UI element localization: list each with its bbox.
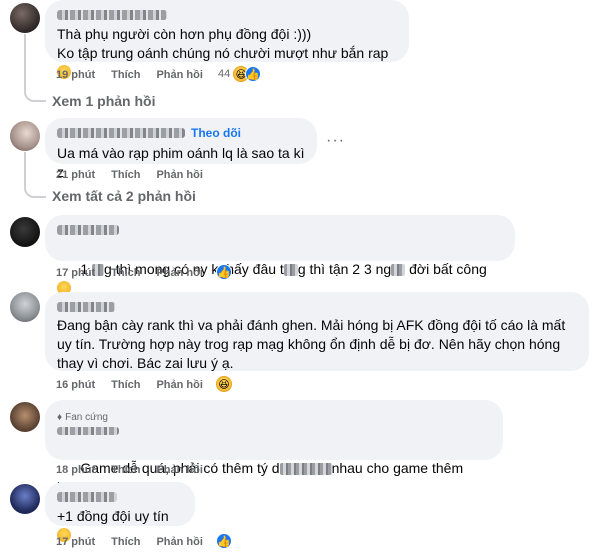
like-reaction-icon: 👍 [245,66,262,82]
commenter-name[interactable] [57,427,119,435]
reactions[interactable]: 44 😆 👍 [218,66,262,82]
thread-line [24,152,26,182]
reply-button[interactable]: Phản hồi [156,536,202,548]
reply-button[interactable]: Phản hồi [156,379,202,391]
comment-bubble: +1 đồng đội uy tín [45,482,195,542]
comment-actions: 17 phút Thích Phản hồi [56,267,219,279]
thread-line [24,34,26,86]
redacted-text [391,264,406,277]
thread-connector [24,86,46,102]
fan-badge: ♦ Fan cứng [57,412,108,424]
commenter-name[interactable] [57,302,115,312]
like-button[interactable]: Thích [111,267,140,279]
comment-time[interactable]: 17 phút [56,267,95,279]
redacted-text [279,463,332,476]
comment-actions: 18 phút Thích Phản hồi [56,464,219,476]
badge-icon: ♦ [57,412,63,423]
view-replies-link[interactable]: Xem tất cả 2 phản hồi [52,188,196,204]
view-replies-link[interactable]: Xem 1 phản hồi [52,93,155,109]
reaction-count: 44 [218,68,231,80]
redacted-text [283,264,298,277]
follow-link[interactable]: Theo dõi [191,126,241,140]
comment-bubble: 1. g thì mong có ny k thấy đâu tg thì tận… [45,215,515,295]
comment-actions: 19 phút Thích Phản hồi [56,69,219,81]
like-reaction-icon[interactable]: 👍 [216,533,232,549]
avatar[interactable] [10,3,40,33]
comment-actions: 17 phút Thích Phản hồi [56,536,219,548]
comment-time[interactable]: 17 phút [56,536,95,548]
like-button[interactable]: Thích [111,379,140,391]
comment-actions: 16 phút Thích Phản hồi [56,379,219,391]
avatar[interactable] [10,484,40,514]
comment-bubble: Theo dõi Ua má vào rạp phim oánh lq là s… [45,118,317,180]
comment-time[interactable]: 21 phút [56,169,95,181]
badge-label: Fan cứng [65,412,108,423]
reply-button[interactable]: Phản hồi [156,169,202,181]
like-button[interactable]: Thích [111,536,140,548]
commenter-name[interactable] [57,225,119,235]
reply-button[interactable]: Phản hồi [156,464,202,476]
commenter-name[interactable] [57,10,167,20]
avatar[interactable] [10,217,40,247]
like-button[interactable]: Thích [111,69,140,81]
comment-time[interactable]: 16 phút [56,379,95,391]
avatar[interactable] [10,292,40,322]
more-options-icon[interactable]: ··· [326,132,345,150]
comment-time[interactable]: 18 phút [56,464,95,476]
comment-text: Đang bận cày rank thì va phải đánh ghen.… [57,317,570,371]
comment-bubble: Thà phụ người còn hơn phụ đồng đội :))) … [45,0,409,79]
reply-button[interactable]: Phản hồi [156,69,202,81]
comment-bubble: ♦ Fan cứng Game dễ quá, phải có thêm tý … [45,400,503,495]
comment-actions: 21 phút Thích Phản hồi [56,169,219,181]
like-button[interactable]: Thích [111,464,140,476]
haha-reaction-icon[interactable]: 😆 [216,376,232,392]
commenter-name[interactable] [57,492,117,502]
like-reaction-icon[interactable]: 👍 [216,264,232,280]
avatar[interactable] [10,402,40,432]
comment-time[interactable]: 19 phút [56,69,95,81]
avatar[interactable] [10,121,40,151]
commenter-name[interactable] [57,128,185,138]
like-button[interactable]: Thích [111,169,140,181]
reply-button[interactable]: Phản hồi [156,267,202,279]
thread-connector [24,182,46,198]
comment-bubble: Đang bận cày rank thì va phải đánh ghen.… [45,292,589,371]
